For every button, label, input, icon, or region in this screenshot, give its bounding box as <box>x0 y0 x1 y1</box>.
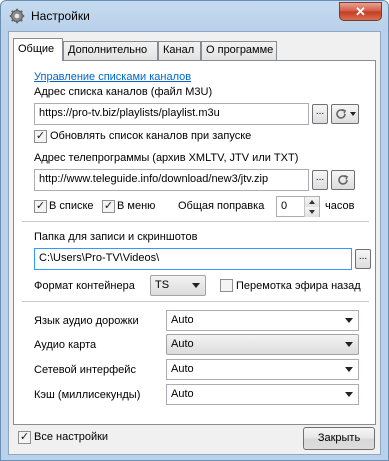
all-settings-label: Все настройки <box>34 431 109 443</box>
epg-label: Адрес телепрограммы (архив XMLTV, JTV ил… <box>34 152 299 164</box>
dialog-client: Общие Дополнительно Канал О программе Уп… <box>8 31 381 455</box>
audio-track-select[interactable]: Auto <box>166 310 359 331</box>
in-list-label: В списке <box>49 200 94 212</box>
in-list-checkbox[interactable]: ✓ <box>34 200 47 213</box>
playlist-url-input[interactable]: https://pro-tv.biz/playlists/playlist.m3… <box>34 103 309 125</box>
audio-card-label: Аудио карта <box>34 339 97 351</box>
general-tab-panel: Управление списками каналов Адрес списка… <box>13 60 376 425</box>
refresh-icon <box>338 174 349 185</box>
epg-url-input[interactable]: http://www.teleguide.info/download/new3/… <box>34 169 309 191</box>
spin-down-button[interactable] <box>304 207 319 217</box>
window-title: Настройки <box>31 9 90 23</box>
gear-icon <box>9 8 25 24</box>
chevron-down-icon <box>345 318 353 323</box>
cache-label: Кэш (миллисекунды) <box>34 389 141 401</box>
refresh-icon <box>336 108 347 119</box>
divider <box>22 301 369 302</box>
playlist-refresh-button[interactable] <box>331 104 359 124</box>
settings-window: Настройки ✕ Общие Дополнительно Канал О … <box>0 0 389 461</box>
network-interface-value: Auto <box>171 363 194 375</box>
audio-card-select[interactable]: Auto <box>166 334 359 355</box>
title-bar: Настройки ✕ <box>1 1 388 31</box>
chevron-down-icon <box>345 367 353 372</box>
close-button[interactable]: Закрыть <box>303 427 375 450</box>
update-on-start-checkbox[interactable]: ✓ <box>34 130 47 143</box>
chevron-down-icon <box>350 112 356 116</box>
chevron-down-icon <box>345 392 353 397</box>
network-interface-select[interactable]: Auto <box>166 359 359 380</box>
audio-card-value: Auto <box>171 338 194 350</box>
playlist-label: Адрес списка каналов (файл M3U) <box>34 86 213 98</box>
rewind-label: Перемотка эфира назад <box>236 280 361 292</box>
manage-channels-link[interactable]: Управление списками каналов <box>34 71 191 83</box>
offset-unit: часов <box>325 200 355 212</box>
record-folder-label: Папка для записи и скриншотов <box>34 231 198 243</box>
in-menu-checkbox[interactable]: ✓ <box>102 200 115 213</box>
network-interface-label: Сетевой интерфейс <box>34 364 136 376</box>
rewind-checkbox[interactable] <box>220 279 233 292</box>
divider <box>22 221 369 222</box>
offset-label: Общая поправка <box>178 200 265 212</box>
container-format-select[interactable]: TS <box>150 275 206 296</box>
tab-channel[interactable]: Канал <box>158 41 201 60</box>
offset-spinner[interactable]: 0 <box>276 196 320 217</box>
chevron-down-icon <box>345 342 353 347</box>
record-folder-input[interactable]: C:\Users\Pro-TV\Videos\ <box>34 248 352 270</box>
playlist-browse-button[interactable]: ... <box>312 104 328 124</box>
offset-value: 0 <box>281 200 288 212</box>
tab-advanced[interactable]: Дополнительно <box>63 41 158 60</box>
container-format-value: TS <box>155 279 170 291</box>
audio-track-value: Auto <box>171 314 194 326</box>
epg-refresh-button[interactable] <box>331 170 355 190</box>
record-folder-browse-button[interactable]: ... <box>355 249 371 269</box>
cache-value: Auto <box>171 388 194 400</box>
in-menu-label: В меню <box>117 200 156 212</box>
epg-browse-button[interactable]: ... <box>312 170 328 190</box>
tab-about[interactable]: О программе <box>201 41 277 60</box>
all-settings-checkbox[interactable]: ✓ <box>18 431 31 444</box>
container-label: Формат контейнера <box>34 280 135 292</box>
chevron-down-icon <box>192 283 200 288</box>
close-window-button[interactable]: ✕ <box>339 2 382 21</box>
spin-up-button[interactable] <box>304 197 319 207</box>
cache-select[interactable]: Auto <box>166 384 359 405</box>
audio-track-label: Язык аудио дорожки <box>34 315 139 327</box>
update-on-start-label: Обновлять список каналов при запуске <box>50 130 252 142</box>
tab-general[interactable]: Общие <box>13 38 63 61</box>
